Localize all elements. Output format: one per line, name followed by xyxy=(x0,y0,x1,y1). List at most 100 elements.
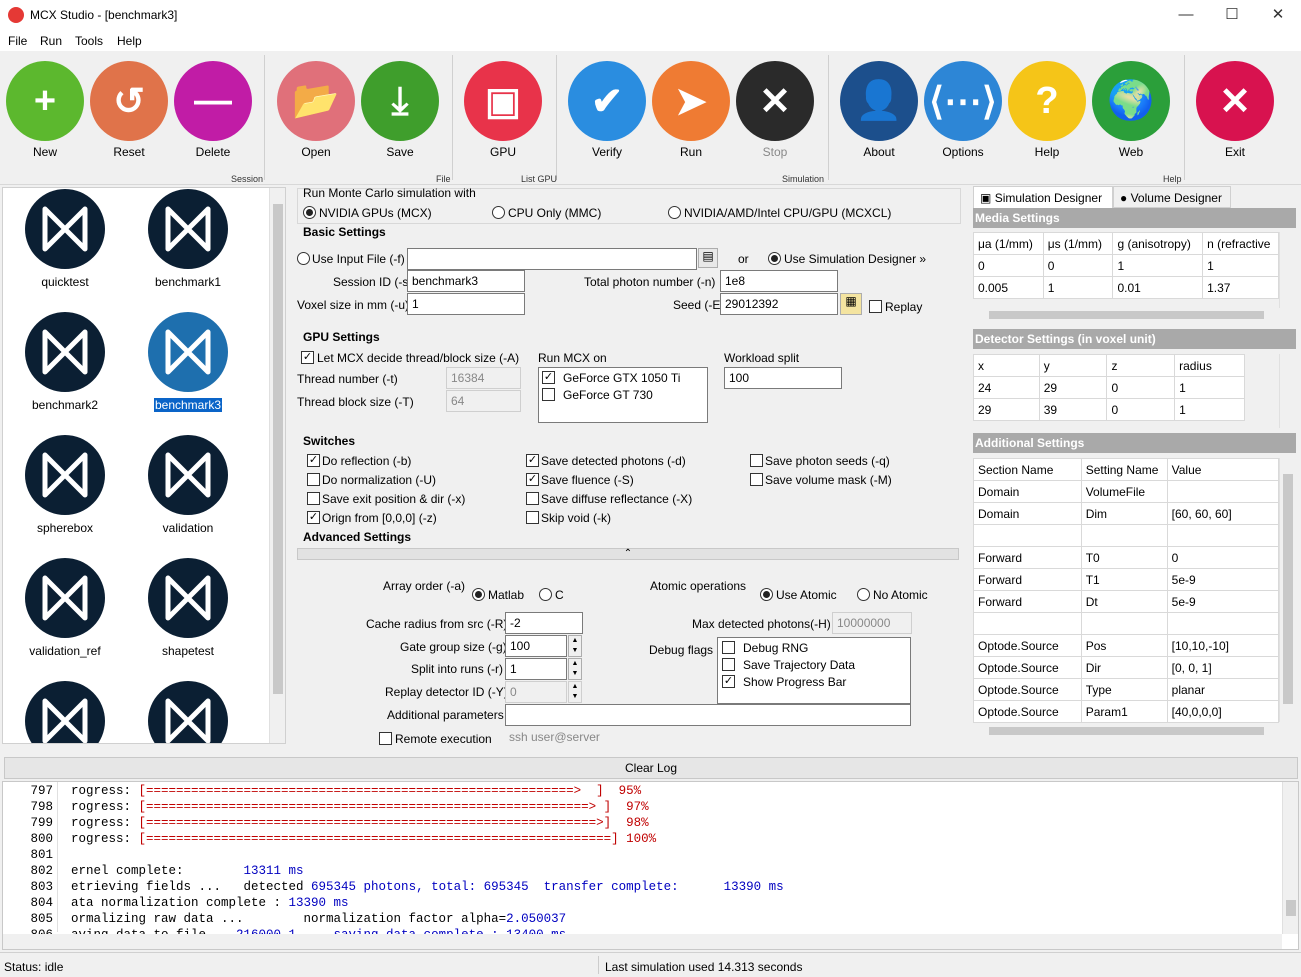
table-cell[interactable]: 0 xyxy=(1106,398,1176,421)
media-hscrollbar[interactable] xyxy=(973,308,1279,322)
table-row[interactable] xyxy=(973,524,1280,547)
session-item[interactable]: shapetest xyxy=(133,558,243,678)
cache-radius-input[interactable]: -2 xyxy=(505,612,583,634)
table-cell[interactable]: 39 xyxy=(1038,398,1108,421)
help-button[interactable]: ? Help xyxy=(1006,61,1088,173)
workload-input[interactable]: 100 xyxy=(724,367,842,389)
media-scrollbar[interactable] xyxy=(1279,232,1296,308)
table-cell[interactable]: Forward xyxy=(973,568,1082,591)
table-cell[interactable]: Type xyxy=(1080,678,1168,701)
detector-table[interactable]: x y z radius 24 29 0 1 29 39 0 1 xyxy=(973,354,1245,421)
table-cell[interactable]: Param1 xyxy=(1080,700,1168,723)
table-row[interactable] xyxy=(973,612,1280,635)
additional-scrollbar[interactable] xyxy=(1279,458,1296,722)
open-seed-icon[interactable]: ▦ xyxy=(840,293,862,315)
table-cell[interactable]: 0 xyxy=(973,254,1044,277)
maximize-button[interactable]: ☐ xyxy=(1209,0,1255,31)
table-header[interactable]: n (refractive xyxy=(1202,232,1279,255)
replay-checkbox[interactable] xyxy=(869,300,882,313)
session-item[interactable]: spherebox xyxy=(10,435,120,555)
radio-mcxcl[interactable] xyxy=(668,206,681,219)
switch-checkbox[interactable]: ✓ xyxy=(526,473,539,486)
table-cell[interactable]: Domain xyxy=(973,502,1082,525)
input-file-field[interactable] xyxy=(407,248,697,270)
remote-exec-checkbox[interactable] xyxy=(379,732,392,745)
browse-file-icon[interactable]: ▤ xyxy=(698,248,718,268)
collapse-advanced-button[interactable]: ⌃ xyxy=(297,548,959,560)
switch-checkbox[interactable] xyxy=(526,511,539,524)
radio-use-atomic[interactable] xyxy=(760,588,773,601)
table-row[interactable]: Optode.Source Param1 [40,0,0,0] xyxy=(973,700,1280,723)
table-cell[interactable]: 0 xyxy=(1106,376,1176,399)
gate-group-spinner[interactable]: ▲ ▼ xyxy=(568,635,582,657)
switch-checkbox[interactable] xyxy=(750,473,763,486)
tab-volume-designer[interactable]: ● Volume Designer xyxy=(1113,186,1231,208)
stop-button[interactable]: ✕ Stop xyxy=(734,61,816,173)
table-cell[interactable]: 1.37 xyxy=(1202,276,1279,299)
additional-table[interactable]: Section Name Setting Name Value Domain Volum… xyxy=(973,458,1280,723)
table-cell[interactable]: 5e-9 xyxy=(1166,568,1280,591)
exit-button[interactable]: ✕ Exit xyxy=(1194,61,1276,173)
debug-flag-checkbox[interactable] xyxy=(722,658,735,671)
radio-mcx[interactable] xyxy=(303,206,316,219)
session-item[interactable]: benchmark1 xyxy=(133,189,243,309)
table-header[interactable]: x xyxy=(973,354,1040,377)
table-cell[interactable] xyxy=(1166,480,1280,503)
switch-checkbox[interactable]: ✓ xyxy=(307,511,320,524)
table-cell[interactable]: Optode.Source xyxy=(973,700,1082,723)
log-vscrollbar[interactable] xyxy=(1282,782,1298,934)
switch-checkbox[interactable]: ✓ xyxy=(526,454,539,467)
debug-flag-checkbox[interactable]: ✓ xyxy=(722,675,735,688)
table-cell[interactable]: Dt xyxy=(1080,590,1168,613)
table-cell[interactable]: Dim xyxy=(1080,502,1168,525)
verify-button[interactable]: ✔ Verify xyxy=(566,61,648,173)
session-id-input[interactable]: benchmark3 xyxy=(407,270,525,292)
session-item[interactable]: quicktest xyxy=(10,189,120,309)
menu-tools[interactable]: Tools xyxy=(75,34,103,48)
table-cell[interactable]: T1 xyxy=(1080,568,1168,591)
media-table[interactable]: μa (1/mm) μs (1/mm) g (anisotropy) n (refra… xyxy=(973,232,1279,299)
voxel-size-input[interactable]: 1 xyxy=(407,293,525,315)
log-hscrollbar[interactable] xyxy=(3,934,1282,949)
session-item[interactable] xyxy=(10,681,120,743)
minimize-button[interactable]: — xyxy=(1163,0,1209,31)
additional-params-input[interactable] xyxy=(505,704,911,726)
switch-checkbox[interactable] xyxy=(307,473,320,486)
table-cell[interactable]: 0.005 xyxy=(973,276,1044,299)
table-cell[interactable]: [0, 0, 1] xyxy=(1166,656,1280,679)
table-row[interactable]: Domain Dim [60, 60, 60] xyxy=(973,502,1280,525)
table-header[interactable]: z xyxy=(1106,354,1176,377)
table-cell[interactable]: 1 xyxy=(1112,254,1204,277)
table-row[interactable]: Optode.Source Pos [10,10,-10] xyxy=(973,634,1280,657)
new-button[interactable]: + New xyxy=(4,61,86,173)
radio-c[interactable] xyxy=(539,588,552,601)
table-row[interactable]: 29 39 0 1 xyxy=(973,398,1245,421)
switch-checkbox[interactable] xyxy=(750,454,763,467)
table-cell[interactable]: 1 xyxy=(1174,376,1245,399)
table-cell[interactable]: 0 xyxy=(1042,254,1114,277)
table-cell[interactable]: 29 xyxy=(973,398,1040,421)
run-button[interactable]: ➤ Run xyxy=(650,61,732,173)
table-row[interactable]: Forward T1 5e-9 xyxy=(973,568,1280,591)
table-row[interactable]: 0011 xyxy=(973,254,1279,277)
seed-input[interactable]: 29012392 xyxy=(720,293,838,315)
session-item[interactable]: validation xyxy=(133,435,243,555)
table-cell[interactable]: Forward xyxy=(973,590,1082,613)
radio-use-designer[interactable] xyxy=(768,252,781,265)
clear-log-button[interactable]: Clear Log xyxy=(4,757,1298,779)
additional-hscrollbar[interactable] xyxy=(973,724,1279,738)
menu-help[interactable]: Help xyxy=(117,34,142,48)
about-button[interactable]: 👤 About xyxy=(838,61,920,173)
table-cell[interactable]: Pos xyxy=(1080,634,1168,657)
switch-checkbox[interactable] xyxy=(526,492,539,505)
table-header[interactable]: radius xyxy=(1174,354,1245,377)
table-header[interactable]: Setting Name xyxy=(1080,458,1168,481)
radio-matlab[interactable] xyxy=(472,588,485,601)
table-header[interactable]: g (anisotropy) xyxy=(1112,232,1204,255)
detector-scrollbar[interactable] xyxy=(1279,354,1296,428)
debug-flag-checkbox[interactable] xyxy=(722,641,735,654)
radio-mmc[interactable] xyxy=(492,206,505,219)
table-cell[interactable]: [60, 60, 60] xyxy=(1166,502,1280,525)
table-row[interactable]: 24 29 0 1 xyxy=(973,376,1245,399)
total-photon-input[interactable]: 1e8 xyxy=(720,270,838,292)
